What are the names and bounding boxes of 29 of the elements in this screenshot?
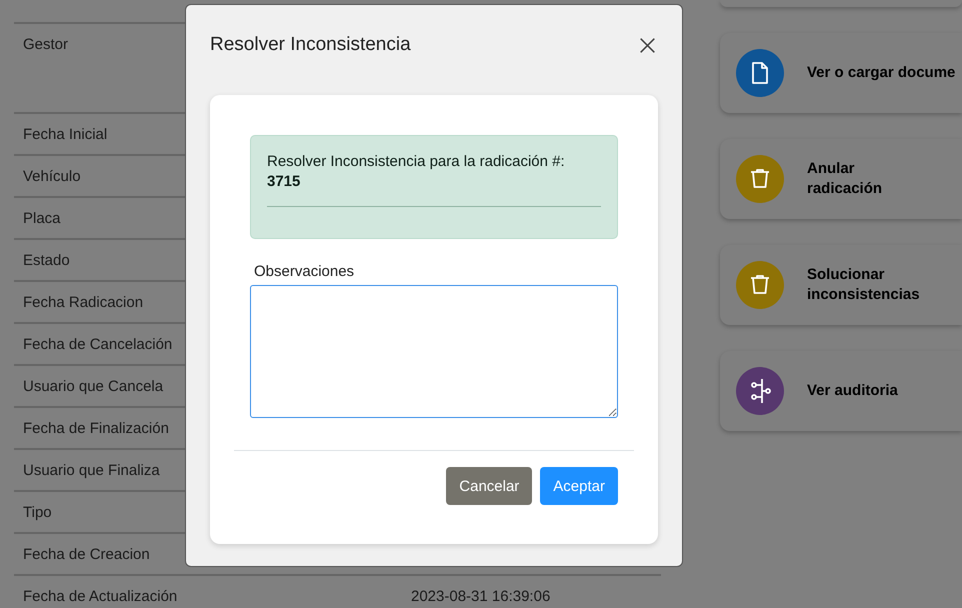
- field-label: Fecha de Actualización: [23, 588, 178, 604]
- field-label: Placa: [23, 210, 61, 226]
- observations-field[interactable]: [250, 285, 618, 418]
- field-label: Fecha de Finalización: [23, 420, 169, 436]
- action-card[interactable]: Anular radicación: [720, 139, 962, 219]
- action-card[interactable]: Solucionar inconsistencias: [720, 245, 962, 325]
- field-label: Vehículo: [23, 168, 81, 184]
- field-label: Estado: [23, 252, 70, 268]
- action-label: Ver auditoria: [807, 381, 899, 401]
- field-label: Fecha de Creacion: [23, 546, 150, 562]
- field-label: Tipo: [23, 504, 52, 520]
- field-label: Observaciones: [254, 263, 356, 280]
- alert-message: Resolver Inconsistencia para la radicación #: 3715: [267, 152, 566, 192]
- dialog-title: Resolver Inconsistencia: [210, 34, 411, 56]
- action-label: Anular radicación: [807, 159, 884, 199]
- action-label: Solucionar inconsistencias: [807, 265, 921, 305]
- cancel-button[interactable]: Cancelar: [446, 467, 532, 505]
- accept-button[interactable]: Aceptar: [540, 467, 618, 505]
- field-label: Gestor: [23, 36, 68, 53]
- close-icon[interactable]: [639, 36, 656, 54]
- field-value: 2023-08-31 16:39:06: [411, 588, 550, 604]
- action-label: Ver o cargar docume: [807, 63, 956, 83]
- field-label: Usuario que Finaliza: [23, 462, 160, 478]
- field-label: Fecha de Cancelación: [23, 336, 172, 352]
- field-label: Usuario que Cancela: [23, 378, 164, 394]
- action-card[interactable]: Ver auditoria: [720, 351, 962, 431]
- field-label: Fecha Radicacion: [23, 294, 144, 310]
- action-card[interactable]: Ver o cargar docume: [720, 33, 962, 113]
- field-label: Fecha Inicial: [23, 126, 108, 142]
